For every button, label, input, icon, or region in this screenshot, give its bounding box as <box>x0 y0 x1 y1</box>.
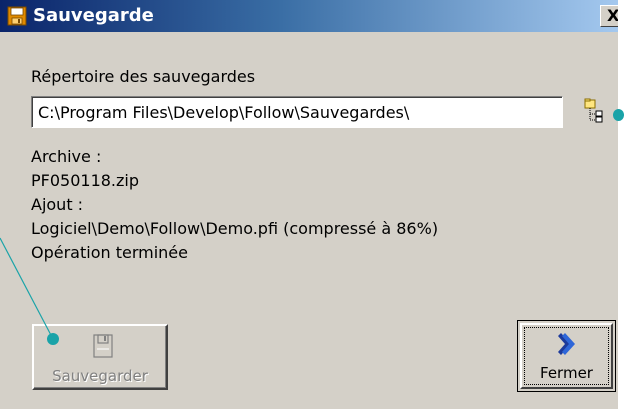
save-button-label: Sauvegarder <box>52 367 148 385</box>
title-bar[interactable]: Sauvegarde X <box>0 0 618 32</box>
archive-name: PF050118.zip <box>31 171 140 190</box>
floppy-disk-icon <box>93 334 113 358</box>
added-file: Logiciel\Demo\Follow\Demo.pfi (compressé… <box>31 219 439 238</box>
add-label: Ajout : <box>31 195 84 214</box>
callout-dot-save <box>47 333 59 345</box>
close-button[interactable]: Fermer <box>517 320 616 392</box>
chevron-right-icon <box>558 333 575 355</box>
folder-tree-icon[interactable] <box>583 98 611 126</box>
archive-label: Archive : <box>31 147 102 166</box>
backup-dialog: Sauvegarde X Répertoire des sauvegardes … <box>0 0 618 409</box>
close-icon: X <box>607 6 618 25</box>
window-title: Sauvegarde <box>33 5 154 26</box>
close-window-button[interactable]: X <box>600 5 618 27</box>
status-text: Opération terminée <box>31 243 188 262</box>
close-button-label: Fermer <box>540 364 593 382</box>
floppy-disk-icon <box>7 6 27 26</box>
callout-dot-browse <box>613 109 624 121</box>
backup-dir-label: Répertoire des sauvegardes <box>31 67 256 86</box>
backup-dir-input[interactable] <box>31 96 563 128</box>
